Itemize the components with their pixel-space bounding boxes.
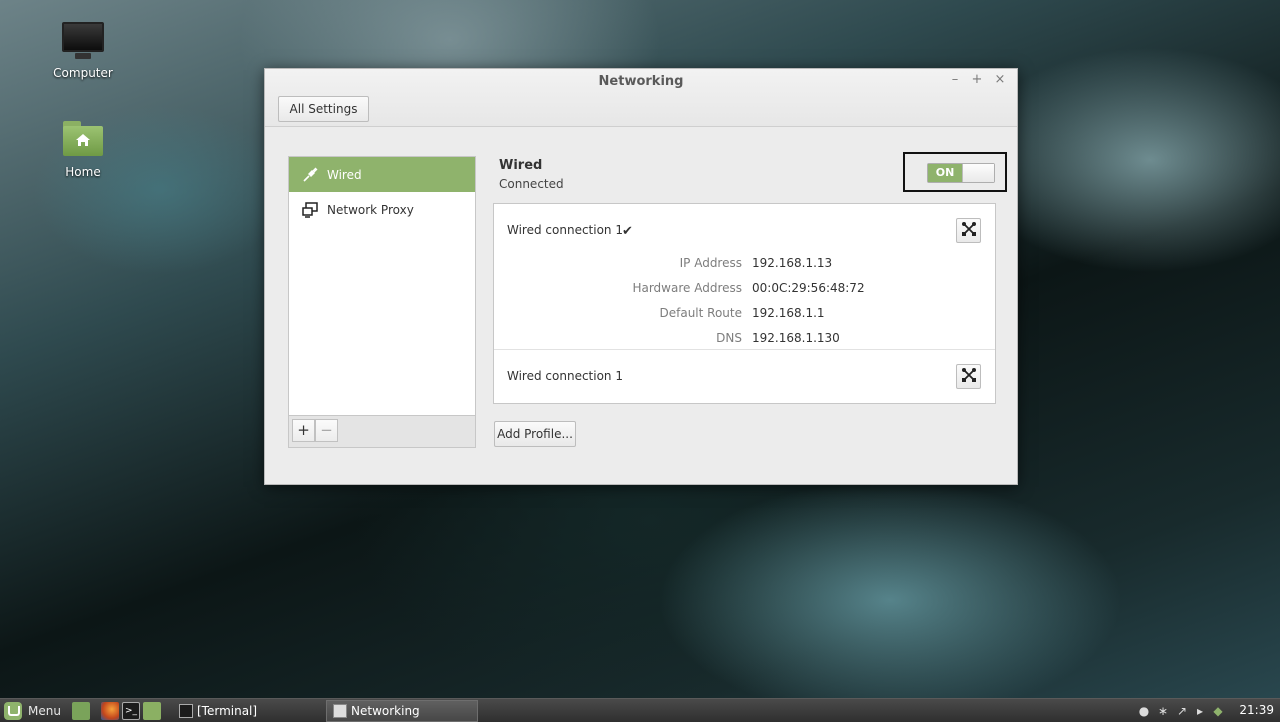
desktop-icon-label: Computer (53, 66, 113, 80)
detail-key: IP Address (679, 256, 742, 270)
volume-icon[interactable]: ▸ (1193, 704, 1207, 718)
bluetooth-icon[interactable]: ∗ (1156, 704, 1170, 718)
network-icon[interactable]: ↗ (1175, 704, 1189, 718)
connection-name: Wired connection 1 (507, 369, 623, 383)
task-label: [Terminal] (197, 704, 258, 718)
clock[interactable]: 21:39 (1239, 703, 1274, 717)
desktop-icon-label: Home (65, 165, 101, 179)
sidebar-item-network-proxy[interactable]: Network Proxy (289, 192, 475, 227)
home-folder-icon (61, 121, 105, 161)
remove-connection-button[interactable]: − (315, 419, 338, 442)
add-connection-button[interactable]: + (292, 419, 315, 442)
window-title: Networking (598, 74, 684, 89)
wired-on-off-switch[interactable]: ON (927, 163, 995, 183)
sidebar-item-label: Wired (327, 167, 362, 182)
detail-key: Hardware Address (632, 281, 742, 295)
taskbar: Menu >_ [Terminal] Networking ● ∗ ↗ ▸ ◆ … (0, 698, 1280, 722)
toggle-highlight-frame: ON (903, 152, 1007, 192)
show-desktop-icon[interactable] (72, 702, 90, 720)
connection-settings-button[interactable] (956, 364, 981, 389)
detail-value: 192.168.1.13 (752, 256, 833, 270)
networking-icon (333, 704, 347, 718)
tools-icon (961, 367, 977, 386)
menu-label: Menu (28, 704, 61, 718)
sidebar: Wired Network Proxy + − (288, 156, 476, 448)
device-status: Connected (499, 177, 564, 191)
close-button[interactable]: × (992, 72, 1008, 88)
detail-key: DNS (716, 331, 742, 345)
firefox-icon[interactable] (101, 702, 119, 720)
task-label: Networking (351, 704, 420, 718)
minimize-button[interactable]: – (947, 72, 963, 88)
detail-dns: DNS 192.168.1.130 (494, 331, 995, 349)
mint-logo-icon (4, 702, 22, 720)
user-icon[interactable]: ● (1137, 704, 1151, 718)
add-profile-button[interactable]: Add Profile... (494, 421, 576, 447)
tools-icon (961, 221, 977, 240)
detail-ip-address: IP Address 192.168.1.13 (494, 256, 995, 274)
switch-on-label: ON (928, 164, 962, 182)
computer-icon (61, 22, 105, 62)
sidebar-toolbar: + − (289, 415, 475, 447)
device-title: Wired (499, 158, 543, 173)
detail-value: 00:0C:29:56:48:72 (752, 281, 865, 295)
wired-plug-icon (301, 166, 319, 184)
detail-key: Default Route (659, 306, 743, 320)
networking-window: Networking – + × All Settings Wired Netw… (264, 68, 1018, 485)
active-check-icon: ✔ (622, 224, 633, 239)
desktop-icon-computer[interactable]: Computer (48, 22, 118, 80)
connection-list: Wired connection 1 ✔ IP Address 192.168.… (493, 203, 996, 404)
all-settings-button[interactable]: All Settings (278, 96, 369, 122)
detail-default-route: Default Route 192.168.1.1 (494, 306, 995, 324)
maximize-button[interactable]: + (969, 72, 985, 88)
menu-button[interactable]: Menu (4, 702, 61, 720)
connection-name: Wired connection 1 (507, 223, 623, 237)
detail-hardware-address: Hardware Address 00:0C:29:56:48:72 (494, 281, 995, 299)
terminal-icon (179, 704, 193, 718)
connection-settings-button[interactable] (956, 218, 981, 243)
files-icon[interactable] (143, 702, 161, 720)
switch-knob[interactable] (962, 164, 994, 182)
sidebar-item-label: Network Proxy (327, 202, 414, 217)
terminal-launcher-icon[interactable]: >_ (122, 702, 140, 720)
shield-icon[interactable]: ◆ (1211, 704, 1225, 718)
detail-value: 192.168.1.130 (752, 331, 840, 345)
detail-value: 192.168.1.1 (752, 306, 825, 320)
desktop-icon-home[interactable]: Home (48, 121, 118, 179)
titlebar: Networking – + × All Settings (265, 69, 1017, 127)
taskbar-item-terminal[interactable]: [Terminal] (173, 700, 323, 722)
sidebar-item-wired[interactable]: Wired (289, 157, 475, 192)
taskbar-item-networking[interactable]: Networking (326, 700, 478, 722)
connection-row[interactable]: Wired connection 1 (494, 350, 995, 405)
connection-row-active[interactable]: Wired connection 1 ✔ IP Address 192.168.… (494, 204, 995, 349)
network-proxy-icon (301, 201, 319, 219)
